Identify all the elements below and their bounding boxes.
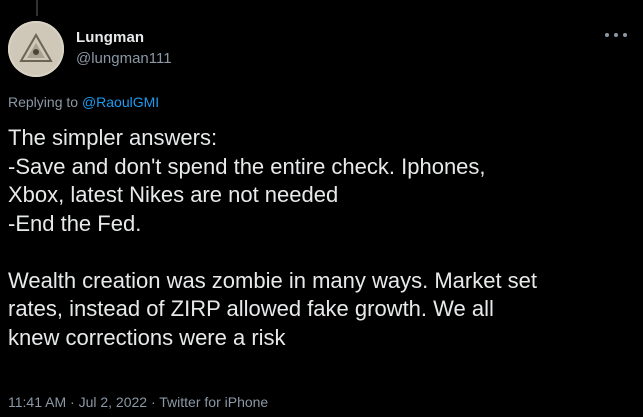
triangle-logo-icon (8, 21, 64, 77)
tweet-line: -End the Fed. (8, 210, 142, 236)
replying-to-label: Replying to (8, 94, 82, 110)
tweet-text: The simpler answers: -Save and don't spe… (8, 124, 628, 352)
dot (623, 33, 627, 37)
more-options-icon[interactable] (605, 28, 627, 42)
tweet-line: Wealth creation was zombie in many ways.… (8, 267, 538, 293)
avatar[interactable] (8, 21, 64, 77)
tweet-line: Xbox, latest Nikes are not needed (8, 182, 339, 207)
dot (614, 33, 618, 37)
meta-separator: · (147, 394, 160, 410)
meta-separator: · (66, 394, 79, 410)
tweet-time[interactable]: 11:41 AM (8, 394, 66, 410)
dot (605, 33, 609, 37)
tweet-date[interactable]: Jul 2, 2022 (79, 394, 148, 410)
thread-connector-line (36, 0, 38, 16)
tweet-line: knew corrections were a risk (8, 324, 286, 350)
replying-to: Replying to @RaoulGMI (8, 94, 159, 110)
user-handle[interactable]: @lungman111 (76, 50, 172, 67)
reply-mention-link[interactable]: @RaoulGMI (82, 94, 159, 110)
tweet-line: -Save and don't spend the entire check. … (8, 153, 486, 179)
tweet-metadata: 11:41 AM · Jul 2, 2022 · Twitter for iPh… (8, 394, 268, 410)
tweet-line: rates, instead of ZIRP allowed fake grow… (8, 296, 494, 321)
tweet-source[interactable]: Twitter for iPhone (159, 394, 268, 410)
display-name[interactable]: Lungman (76, 29, 144, 46)
tweet-line: The simpler answers: (8, 125, 218, 150)
